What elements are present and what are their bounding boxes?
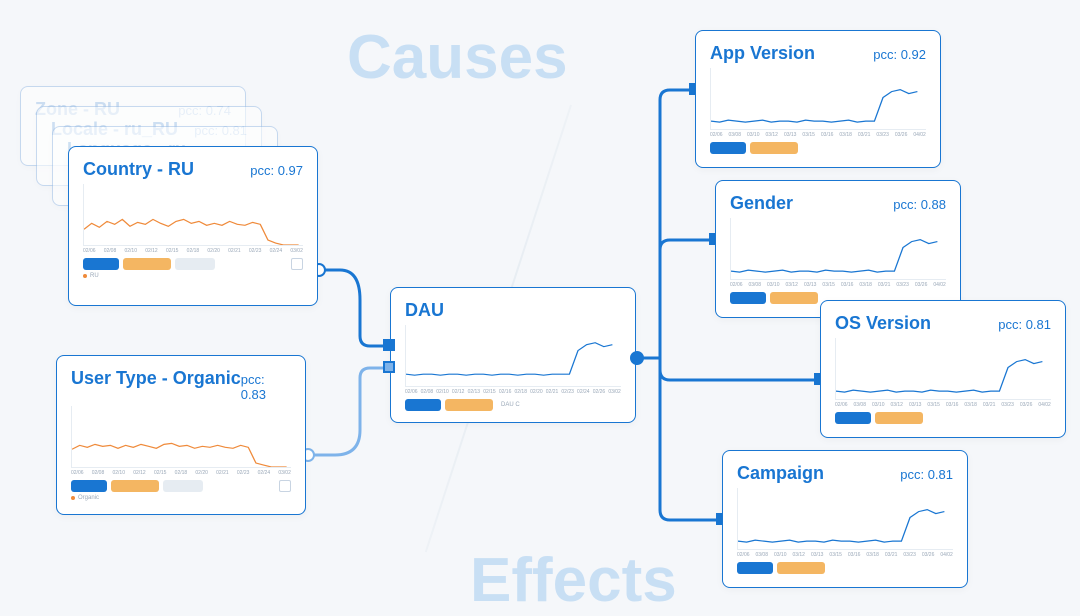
mini-chart [730, 218, 946, 280]
pill-orange[interactable] [770, 292, 818, 304]
card-title: App Version [710, 43, 815, 64]
pill-orange[interactable] [750, 142, 798, 154]
mini-chart [83, 184, 303, 246]
mini-chart [835, 338, 1051, 400]
card-pcc: pcc: 0.97 [250, 163, 303, 178]
pill-orange[interactable] [123, 258, 171, 270]
pill-blue[interactable] [83, 258, 119, 270]
chart-ticks: 02/0603/0803/1003/1203/1303/1503/1603/18… [835, 400, 1051, 412]
effect-card: Campaign pcc: 0.81 02/0603/0803/1003/1203/… [722, 450, 968, 588]
pill-blue[interactable] [710, 142, 746, 154]
pill-orange[interactable] [111, 480, 159, 492]
card-pcc: pcc: 0.92 [873, 47, 926, 62]
card-pcc: pcc: 0.81 [900, 467, 953, 482]
card-title: Campaign [737, 463, 824, 484]
cause-card: User Type - Organicpcc: 0.83 02/0602/0802… [56, 355, 306, 515]
cause-card: Country - RU pcc: 0.97 02/0602/0802/1002/1… [68, 146, 318, 306]
pill-orange[interactable] [875, 412, 923, 424]
mini-chart [71, 406, 291, 468]
card-title: Gender [730, 193, 793, 214]
pill-gray[interactable] [163, 480, 203, 492]
center-dau-card: DAU 02/0602/0802/1002/1202/1302/1502/160… [390, 287, 636, 423]
card-pcc: pcc: 0.83 [241, 372, 291, 402]
chart-legend: RU [83, 273, 303, 279]
chart-ticks: 02/0602/0802/1002/1202/1502/1802/2002/21… [71, 468, 291, 480]
card-toolbar [71, 480, 291, 492]
center-title: DAU [405, 300, 444, 321]
pill-gray[interactable] [175, 258, 215, 270]
mini-chart [737, 488, 953, 550]
pill-blue[interactable] [71, 480, 107, 492]
chart-ticks: 02/0602/0802/1002/1202/1502/1802/2002/21… [83, 246, 303, 258]
expand-button[interactable] [291, 258, 303, 270]
pill-blue[interactable] [405, 399, 441, 411]
effects-bg-label: Effects [470, 545, 677, 616]
card-title: OS Version [835, 313, 931, 334]
card-toolbar [835, 412, 1051, 424]
chart-ticks: 02/0603/0803/1003/1203/1303/1503/1603/18… [710, 130, 926, 142]
center-ticks: 02/0602/0802/1002/1202/1302/1502/1602/18… [405, 387, 621, 399]
effect-card: App Version pcc: 0.92 02/0603/0803/1003/12… [695, 30, 941, 168]
chart-legend: Organic [71, 495, 291, 501]
center-chart [405, 325, 621, 387]
effect-card: Gender pcc: 0.88 02/0603/0803/1003/1203/13… [715, 180, 961, 318]
card-toolbar [737, 562, 953, 574]
pill-orange[interactable] [445, 399, 493, 411]
causes-bg-label: Causes [347, 22, 568, 93]
chart-ticks: 02/0603/0803/1003/1203/1303/1503/1603/18… [737, 550, 953, 562]
pill-blue[interactable] [737, 562, 773, 574]
pill-orange[interactable] [777, 562, 825, 574]
pill-blue[interactable] [835, 412, 871, 424]
expand-button[interactable] [279, 480, 291, 492]
card-toolbar [83, 258, 303, 270]
card-title: Country - RU [83, 159, 194, 180]
chart-ticks: 02/0603/0803/1003/1203/1303/1503/1603/18… [730, 280, 946, 292]
card-pcc: pcc: 0.81 [998, 317, 1051, 332]
card-toolbar [710, 142, 926, 154]
mini-chart [710, 68, 926, 130]
effect-card: OS Version pcc: 0.81 02/0603/0803/1003/120… [820, 300, 1066, 438]
pill-blue[interactable] [730, 292, 766, 304]
card-pcc: pcc: 0.88 [893, 197, 946, 212]
card-title: User Type - Organic [71, 368, 241, 389]
center-legend: DAU C [501, 402, 520, 408]
center-toolbar: DAU C [405, 399, 621, 411]
